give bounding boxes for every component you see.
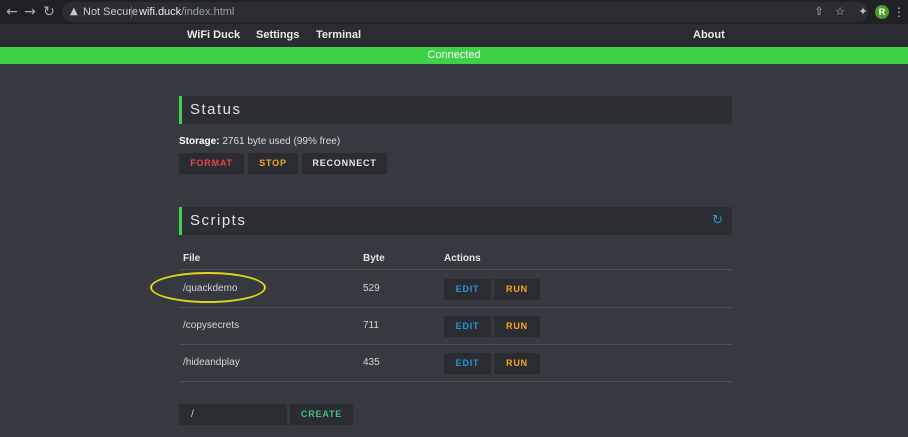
storage-value: 2761 byte used (99% free) [222, 136, 341, 147]
script-byte-size: 529 [363, 283, 380, 294]
format-button[interactable]: format [179, 153, 244, 174]
reconnect-button[interactable]: reconnect [302, 153, 387, 174]
script-byte-size: 435 [363, 357, 380, 368]
table-divider [179, 381, 732, 382]
connection-status-bar: Connected [0, 47, 908, 64]
address-bar[interactable]: ▲ Not Secure wifi.duck/index.html [62, 2, 868, 22]
scripts-section-title: Scripts [190, 212, 247, 229]
create-script-button[interactable]: create [290, 404, 353, 425]
nav-brand-link[interactable]: WiFi Duck [187, 24, 240, 47]
status-section-header: Status [179, 96, 732, 124]
script-byte-size: 711 [363, 320, 379, 331]
forward-arrow-icon[interactable]: → [21, 3, 39, 21]
edit-script-button[interactable]: edit [444, 353, 491, 374]
run-script-button[interactable]: run [494, 353, 540, 374]
table-divider [179, 269, 732, 270]
stop-button[interactable]: stop [248, 153, 298, 174]
storage-info: Storage: 2761 byte used (99% free) [179, 135, 340, 148]
security-status-label[interactable]: Not Secure [83, 5, 138, 19]
bookmark-star-icon[interactable]: ☆ [832, 4, 848, 20]
column-header-file: File [183, 253, 201, 264]
column-header-actions: Actions [444, 253, 481, 264]
new-script-name-input[interactable] [179, 404, 287, 425]
warning-triangle-icon: ▲ [70, 6, 78, 17]
table-divider [179, 344, 732, 345]
back-arrow-icon[interactable]: ← [3, 3, 21, 21]
storage-label: Storage: [179, 136, 220, 147]
browser-toolbar: ← → ↻ ▲ Not Secure wifi.duck/index.html … [0, 0, 908, 24]
nav-about-link[interactable]: About [693, 24, 725, 47]
table-divider [179, 307, 732, 308]
extensions-puzzle-icon[interactable]: ✦ [855, 4, 871, 20]
column-header-byte: Byte [363, 253, 385, 264]
run-script-button[interactable]: run [494, 279, 540, 300]
script-file-name: /hideandplay [183, 357, 240, 368]
scripts-section-header: Scripts ↻ [179, 207, 732, 235]
edit-script-button[interactable]: edit [444, 316, 491, 337]
edit-script-button[interactable]: edit [444, 279, 491, 300]
reload-icon[interactable]: ↻ [40, 3, 58, 21]
url-path: /index.html [181, 6, 235, 18]
nav-terminal-link[interactable]: Terminal [316, 24, 361, 47]
refresh-icon[interactable]: ↻ [712, 213, 723, 229]
script-file-name: /copysecrets [183, 320, 240, 331]
more-menu-icon[interactable]: ⋮ [893, 4, 905, 20]
url-host: wifi.duck [139, 6, 182, 18]
share-icon[interactable]: ⇧ [811, 4, 827, 20]
url-text[interactable]: wifi.duck/index.html [139, 5, 234, 19]
status-section-title: Status [190, 101, 242, 118]
run-script-button[interactable]: run [494, 316, 540, 337]
site-navbar: WiFi Duck Settings Terminal About [0, 24, 908, 47]
nav-settings-link[interactable]: Settings [256, 24, 299, 47]
address-bar-separator [131, 6, 132, 18]
highlight-ellipse [150, 272, 266, 303]
profile-avatar[interactable]: R [875, 5, 889, 19]
